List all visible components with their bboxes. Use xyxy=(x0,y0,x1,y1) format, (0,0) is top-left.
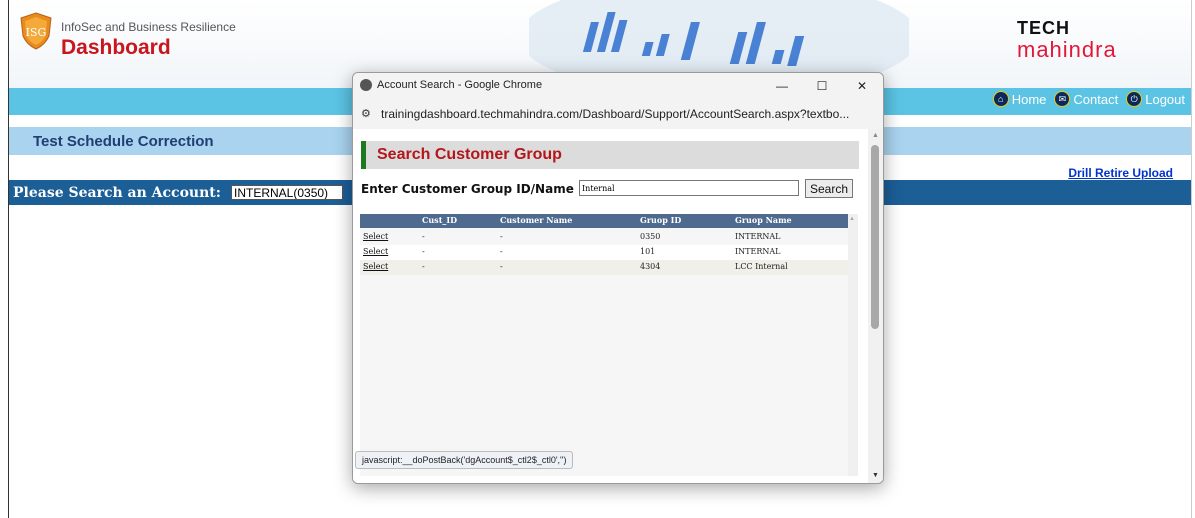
grid-header-row: Cust_ID Customer Name Gruop ID Gruop Nam… xyxy=(360,214,848,228)
brand-logo-top: TECH xyxy=(1017,18,1070,38)
brand-logo-bottom: mahindra xyxy=(1017,37,1117,62)
col-header-customer-name: Customer Name xyxy=(500,215,573,225)
customer-group-label: Enter Customer Group ID/Name : xyxy=(361,182,583,196)
search-customer-group-title: Search Customer Group xyxy=(377,146,562,163)
nav-contact-link[interactable]: ✉ Contact xyxy=(1054,91,1118,107)
chrome-icon xyxy=(360,79,372,91)
logout-icon: ⏻ xyxy=(1126,91,1143,107)
cell-group-id: 4304 xyxy=(640,262,661,271)
popup-title-bar: Account Search - Google Chrome — ☐ ✕ xyxy=(353,73,883,99)
table-row: Select - - 4304 LCC Internal xyxy=(360,260,848,275)
select-link[interactable]: Select xyxy=(363,262,388,271)
cell-group-name: INTERNAL xyxy=(735,247,781,256)
cell-customer-name: - xyxy=(500,262,503,271)
select-link[interactable]: Select xyxy=(363,247,388,256)
select-link[interactable]: Select xyxy=(363,232,388,241)
col-header-group-name: Gruop Name xyxy=(735,215,792,225)
popup-content: Search Customer Group Enter Customer Gro… xyxy=(353,129,868,483)
account-search-input[interactable] xyxy=(231,185,343,200)
table-row: Select - - 0350 INTERNAL xyxy=(360,230,848,245)
logo-badge-text: ISG xyxy=(26,26,47,39)
maximize-button[interactable]: ☐ xyxy=(809,76,835,96)
link-status-tooltip: javascript:__doPostBack('dgAccount$_ctl2… xyxy=(355,451,574,469)
home-icon: ⌂ xyxy=(992,91,1009,107)
cell-group-id: 101 xyxy=(640,247,656,256)
cell-group-name: INTERNAL xyxy=(735,232,781,241)
minimize-button[interactable]: — xyxy=(769,76,795,96)
account-search-popup-window: Account Search - Google Chrome — ☐ ✕ ⚙ t… xyxy=(352,72,884,484)
popup-url-text[interactable]: trainingdashboard.techmahindra.com/Dashb… xyxy=(381,107,849,121)
nav-logout-label: Logout xyxy=(1145,91,1185,107)
mail-icon: ✉ xyxy=(1054,91,1071,107)
nav-links: ⌂ Home ✉ Contact ⏻ Logout xyxy=(992,91,1185,107)
table-row: Select - - 101 INTERNAL xyxy=(360,245,848,260)
scroll-up-icon[interactable]: ▲ xyxy=(872,132,879,139)
scroll-up-icon[interactable]: ▲ xyxy=(849,216,855,222)
logo-title: Dashboard xyxy=(61,36,171,59)
cell-cust-id: - xyxy=(422,262,425,271)
logo-subtitle: InfoSec and Business Resilience xyxy=(61,20,236,34)
customer-group-search-input[interactable] xyxy=(579,180,799,196)
popup-address-bar: ⚙ trainingdashboard.techmahindra.com/Das… xyxy=(353,99,883,130)
col-header-group-id: Gruop ID xyxy=(640,215,682,225)
cell-customer-name: - xyxy=(500,247,503,256)
isg-shield-icon: ISG xyxy=(20,12,52,50)
search-button[interactable]: Search xyxy=(805,179,853,198)
cell-cust-id: - xyxy=(422,232,425,241)
scroll-down-icon[interactable]: ▼ xyxy=(872,472,879,479)
nav-home-link[interactable]: ⌂ Home xyxy=(992,91,1047,107)
drill-retire-upload-link[interactable]: Drill Retire Upload xyxy=(1068,166,1173,180)
results-grid: Cust_ID Customer Name Gruop ID Gruop Nam… xyxy=(360,214,858,476)
col-header-cust-id: Cust_ID xyxy=(422,215,458,225)
cell-cust-id: - xyxy=(422,247,425,256)
header-accent-bar xyxy=(361,141,366,169)
search-customer-group-header: Search Customer Group xyxy=(361,141,859,169)
cell-customer-name: - xyxy=(500,232,503,241)
site-info-icon[interactable]: ⚙ xyxy=(361,107,371,120)
popup-window-title: Account Search - Google Chrome xyxy=(377,79,543,91)
nav-logout-link[interactable]: ⏻ Logout xyxy=(1126,91,1185,107)
popup-scrollbar[interactable]: ▲ ▼ xyxy=(868,129,883,483)
cell-group-id: 0350 xyxy=(640,232,661,241)
close-button[interactable]: ✕ xyxy=(849,76,875,96)
nav-home-label: Home xyxy=(1011,91,1047,107)
cell-group-name: LCC Internal xyxy=(735,262,788,271)
grid-scrollbar[interactable]: ▲ xyxy=(848,214,858,476)
scrollbar-thumb[interactable] xyxy=(871,145,879,329)
page-title: Test Schedule Correction xyxy=(33,133,214,150)
nav-contact-label: Contact xyxy=(1073,91,1119,107)
account-search-label: Please Search an Account: xyxy=(13,185,221,201)
